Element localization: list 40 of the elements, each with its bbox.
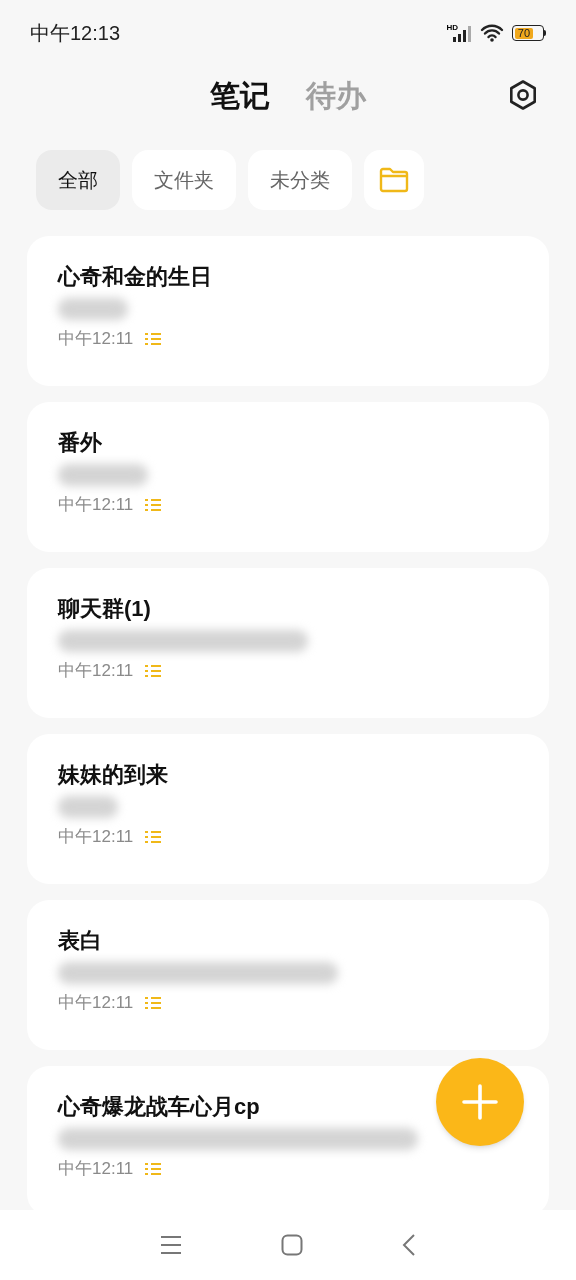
list-icon — [145, 663, 162, 678]
back-icon[interactable] — [402, 1234, 417, 1256]
list-icon — [145, 331, 162, 346]
list-icon — [145, 829, 162, 844]
note-card[interactable]: 妹妹的到来 中午12:11 — [27, 734, 549, 884]
blurred-preview — [58, 796, 118, 818]
note-time: 中午12:11 — [58, 328, 134, 350]
note-time: 中午12:11 — [58, 494, 134, 516]
note-card[interactable]: 番外 中午12:11 — [27, 402, 549, 552]
folder-icon — [379, 167, 409, 193]
note-title: 妹妹的到来 — [58, 761, 168, 789]
note-card[interactable]: 聊天群(1) 中午12:11 — [27, 568, 549, 718]
filter-chip[interactable]: 文件夹 — [132, 150, 236, 210]
note-time: 中午12:11 — [58, 992, 134, 1014]
home-icon[interactable] — [281, 1234, 303, 1256]
note-title: 表白 — [58, 927, 102, 955]
note-time: 中午12:11 — [58, 1158, 134, 1180]
list-icon — [145, 995, 162, 1010]
note-time: 中午12:11 — [58, 826, 134, 848]
note-card[interactable]: 表白 中午12:11 — [27, 900, 549, 1050]
filter-chip[interactable]: 未分类 — [248, 150, 352, 210]
tab[interactable]: 笔记 — [210, 72, 270, 118]
status-time: 中午12:13 — [30, 21, 121, 46]
list-icon — [145, 497, 162, 512]
settings-icon — [507, 79, 539, 111]
note-title: 聊天群(1) — [58, 595, 151, 623]
list-icon — [145, 1161, 162, 1176]
menu-icon[interactable] — [159, 1235, 182, 1255]
note-card[interactable]: 心奇和金的生日 中午12:11 — [27, 236, 549, 386]
network-label: HD — [446, 24, 458, 32]
plus-icon — [462, 1084, 498, 1120]
filter-chip[interactable]: 全部 — [36, 150, 120, 210]
note-title: 番外 — [58, 429, 102, 457]
wifi-icon — [480, 24, 504, 42]
note-title: 心奇爆龙战车心月cp — [58, 1093, 260, 1121]
note-card[interactable]: 心奇爆龙战车心月cp 中午12:11 — [27, 1066, 549, 1210]
note-title: 心奇和金的生日 — [58, 263, 212, 291]
blurred-preview — [58, 298, 128, 320]
note-time: 中午12:11 — [58, 660, 134, 682]
battery-level: 70 — [517, 27, 531, 39]
